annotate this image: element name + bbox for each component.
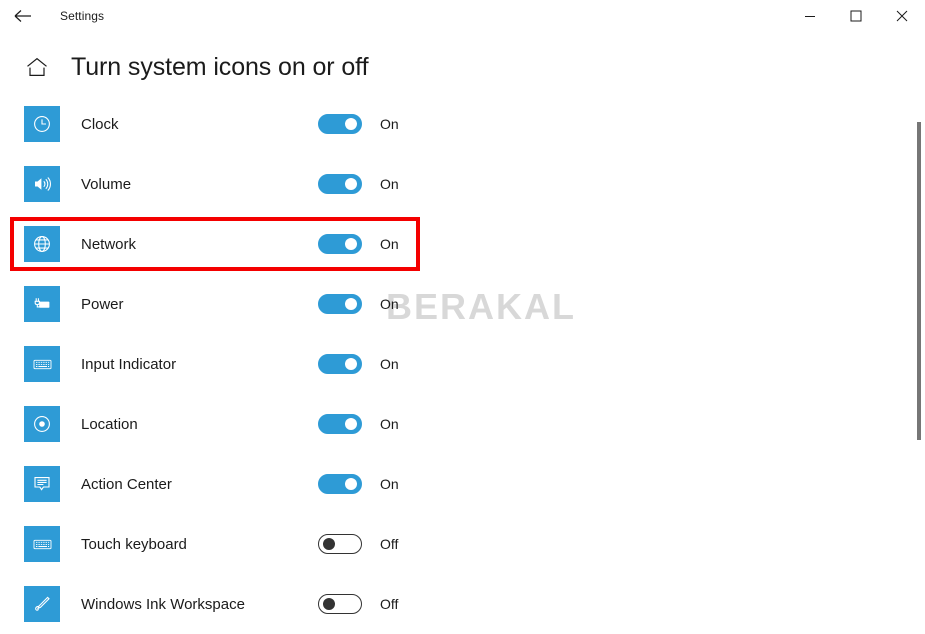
toggle-group: On	[318, 354, 399, 374]
table-row[interactable]: Input Indicator On	[0, 334, 925, 394]
maximize-button[interactable]	[833, 0, 879, 32]
minimize-button[interactable]	[787, 0, 833, 32]
toggle-switch[interactable]	[318, 414, 362, 434]
row-label: Power	[81, 295, 124, 313]
table-row[interactable]: Power On	[0, 274, 925, 334]
row-label: Volume	[81, 175, 132, 193]
table-row[interactable]: Clock On	[0, 94, 925, 154]
toggle-knob	[345, 298, 357, 310]
app-title: Settings	[60, 9, 105, 23]
toggle-knob	[345, 238, 357, 250]
toggle-state-label: On	[380, 356, 399, 372]
toggle-switch[interactable]	[318, 174, 362, 194]
power-icon	[24, 286, 60, 322]
toggle-state-label: Off	[380, 536, 399, 552]
toggle-switch[interactable]	[318, 234, 362, 254]
row-label: Input Indicator	[81, 355, 177, 373]
row-label: Action Center	[81, 475, 172, 493]
row-label: Touch keyboard	[81, 535, 187, 553]
toggle-group: On	[318, 234, 399, 254]
toggle-state-label: Off	[380, 596, 399, 612]
toggle-state-label: On	[380, 416, 399, 432]
toggle-state-label: On	[380, 296, 399, 312]
toggle-state-label: On	[380, 236, 399, 252]
network-icon	[24, 226, 60, 262]
table-row[interactable]: Volume On	[0, 154, 925, 214]
toggle-switch[interactable]	[318, 114, 362, 134]
back-button[interactable]	[0, 0, 46, 32]
window-caption-buttons	[787, 0, 925, 32]
toggle-group: On	[318, 294, 399, 314]
home-icon[interactable]	[22, 52, 52, 82]
toggle-switch[interactable]	[318, 294, 362, 314]
row-label: Windows Ink Workspace	[81, 595, 245, 613]
toggle-group: On	[318, 474, 399, 494]
page-title: Turn system icons on or off	[71, 52, 369, 81]
table-row[interactable]: Network On	[0, 214, 925, 274]
table-row[interactable]: Windows Ink Workspace Off	[0, 574, 925, 634]
toggle-state-label: On	[380, 116, 399, 132]
row-label: Location	[81, 415, 138, 433]
volume-icon	[24, 166, 60, 202]
table-row[interactable]: Touch keyboard Off	[0, 514, 925, 574]
toggle-state-label: On	[380, 176, 399, 192]
minimize-icon	[804, 10, 816, 22]
touch-keyboard-icon	[24, 526, 60, 562]
toggle-group: On	[318, 114, 399, 134]
toggle-knob	[345, 418, 357, 430]
toggle-switch[interactable]	[318, 474, 362, 494]
toggle-knob	[345, 178, 357, 190]
row-label: Clock	[81, 115, 119, 133]
back-arrow-icon	[14, 9, 32, 23]
toggle-group: Off	[318, 534, 398, 554]
table-row[interactable]: Location On	[0, 394, 925, 454]
toggle-group: Off	[318, 594, 398, 614]
toggle-group: On	[318, 414, 399, 434]
windows-ink-icon	[24, 586, 60, 622]
clock-icon	[24, 106, 60, 142]
toggle-knob	[345, 478, 357, 490]
toggle-knob	[323, 598, 335, 610]
action-center-icon	[24, 466, 60, 502]
toggle-state-label: On	[380, 476, 399, 492]
toggle-switch[interactable]	[318, 594, 362, 614]
toggle-knob	[345, 118, 357, 130]
table-row[interactable]: Action Center On	[0, 454, 925, 514]
toggle-group: On	[318, 174, 399, 194]
close-icon	[896, 10, 908, 22]
row-label: Network	[81, 235, 137, 253]
toggle-knob	[345, 358, 357, 370]
toggle-switch[interactable]	[318, 534, 362, 554]
close-button[interactable]	[879, 0, 925, 32]
page-header: Turn system icons on or off	[0, 32, 925, 82]
input-indicator-icon	[24, 346, 60, 382]
maximize-icon	[850, 10, 862, 22]
title-bar: Settings	[0, 0, 925, 32]
system-icons-list: Clock On Volume On Network On Power On I…	[0, 94, 925, 634]
toggle-switch[interactable]	[318, 354, 362, 374]
location-icon	[24, 406, 60, 442]
toggle-knob	[323, 538, 335, 550]
